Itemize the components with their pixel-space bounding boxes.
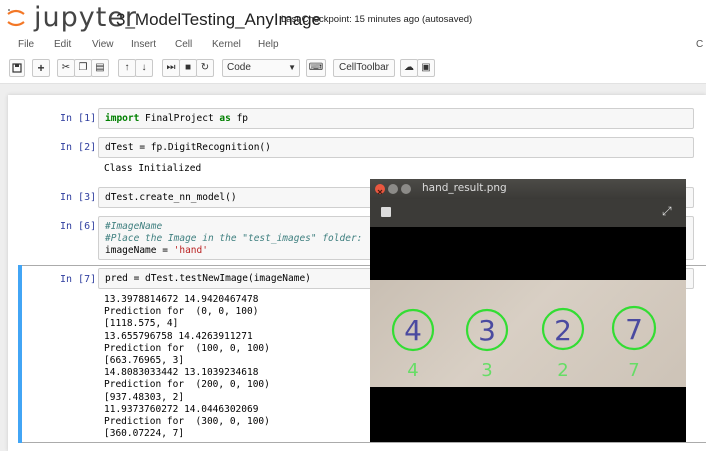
notebook-header: jupyter 3_ModelTesting_AnyImage Last Che… [0,0,706,36]
cell-type-select[interactable]: Code ▼ [222,59,300,77]
restart-button[interactable]: ↻ [196,59,214,77]
maximize-window-button[interactable] [401,184,411,194]
arrow-up-icon: ↑ [124,62,130,73]
minimize-window-button[interactable] [388,184,398,194]
paste-icon: ▤ [95,62,105,73]
output-line: 13.3978814672 14.9420467478 [104,294,259,305]
save-button[interactable] [9,59,25,77]
keyboard-icon: ⌨ [308,62,324,73]
cell-prompt: In [2]: [60,142,103,153]
handwritten-digit: 3 [478,314,496,347]
code-cell-input[interactable]: dTest = fp.DigitRecognition() [98,137,694,158]
output-line: [1118.575, 4] [104,318,179,330]
output-line: [360.07224, 7] [104,428,185,440]
output-line: 11.9373760272 14.0446302069 [104,403,259,415]
hand-digits-drawing: 4 3 2 7 4 3 2 7 [391,305,657,381]
present-button[interactable]: ▣ [417,59,435,77]
image-viewer-window[interactable]: hand_result.png ⤢ 4 3 2 7 4 3 2 7 [370,179,686,442]
output-line: Prediction for (200, 0, 100) [104,379,270,391]
output-line: [937.48303, 2] [104,391,185,403]
cloud-icon: ☁ [404,62,414,73]
menu-help[interactable]: Help [258,39,279,50]
stop-icon: ■ [184,62,192,73]
menu-cell[interactable]: Cell [175,39,192,50]
code-keyword: as [219,113,231,124]
code-text: pred = dTest.testNewImage(imageName) [105,273,311,284]
output-line: 13.655796758 14.4263911271 [104,330,253,342]
cell-output: 13.3978814672 14.9420467478 Prediction fo… [104,294,270,440]
menu-bar: File Edit View Insert Cell Kernel Help C [0,36,706,55]
code-text: FinalProject [139,113,220,124]
code-cell-input[interactable]: import FinalProject as fp [98,108,694,129]
window-toolbar: ⤢ [370,199,686,227]
close-window-button[interactable] [375,184,385,195]
code-string: 'hand' [173,245,208,256]
kernel-indicator: C [696,39,704,50]
move-down-button[interactable]: ↓ [135,59,153,77]
celltoolbar-label: CellToolbar [338,62,390,73]
toolbar: + ✂ ❐ ▤ ↑ ↓ ⏭ ■ ↻ Code ▼ ⌨ CellToolbar ☁… [0,55,706,84]
paste-button[interactable]: ▤ [91,59,109,77]
code-comment: #ImageName [105,221,163,232]
upload-button[interactable]: ☁ [400,59,418,77]
save-icon [12,63,22,73]
window-title: hand_result.png [422,182,507,194]
cell-type-value: Code [227,62,251,73]
code-text: dTest.create_nn_model() [105,192,237,203]
run-button[interactable]: ⏭ [162,59,180,77]
move-up-button[interactable]: ↑ [118,59,136,77]
predicted-digit-label: 7 [628,360,639,381]
fullscreen-icon[interactable]: ⤢ [662,204,672,219]
insert-cell-button[interactable]: + [32,59,50,77]
output-line: 14.8083033442 13.1039234618 [104,367,259,379]
menu-kernel[interactable]: Kernel [212,39,241,50]
code-text: dTest = fp.DigitRecognition() [105,142,271,153]
arrow-down-icon: ↓ [141,62,147,73]
copy-button[interactable]: ❐ [74,59,92,77]
scissors-icon: ✂ [61,62,71,73]
present-icon: ▣ [421,62,431,73]
output-line: Prediction for (100, 0, 100) [104,342,270,354]
predicted-digit-label: 4 [407,360,418,381]
image-menu-icon[interactable] [381,207,391,217]
plus-icon: + [37,61,45,75]
cell-prompt: In [6]: [60,221,103,232]
copy-icon: ❐ [78,62,88,73]
cell-prompt: In [3]: [60,192,103,203]
handwritten-digit: 2 [554,314,572,347]
code-comment: #Place the Image in the "test_images" fo… [105,233,363,244]
command-palette-button[interactable]: ⌨ [306,59,326,77]
cell-prompt: In [7]: [60,274,103,285]
code-keyword: import [105,113,140,124]
celltoolbar-button[interactable]: CellToolbar [333,59,395,77]
result-image: 4 3 2 7 4 3 2 7 [370,280,686,387]
window-titlebar[interactable]: hand_result.png [370,179,686,199]
checkpoint-status: Last Checkpoint: 15 minutes ago (autosav… [281,14,473,25]
restart-icon: ↻ [200,62,210,73]
run-icon: ⏭ [166,62,176,73]
menu-view[interactable]: View [92,39,114,50]
output-line: Prediction for (300, 0, 100) [104,416,270,428]
interrupt-button[interactable]: ■ [179,59,197,77]
handwritten-digit: 7 [625,313,643,346]
predicted-digit-label: 3 [481,360,492,381]
handwritten-digit: 4 [404,314,422,347]
chevron-down-icon: ▼ [288,63,296,72]
predicted-digit-label: 2 [557,360,568,381]
output-line: [663.76965, 3] [104,355,185,367]
code-text: imageName = [105,245,174,256]
menu-insert[interactable]: Insert [131,39,156,50]
cut-button[interactable]: ✂ [57,59,75,77]
cell-prompt: In [1]: [60,113,103,124]
cell-output: Class Initialized [104,163,202,174]
close-icon [377,189,383,195]
menu-edit[interactable]: Edit [54,39,71,50]
code-text: fp [230,113,249,124]
menu-file[interactable]: File [18,39,34,50]
selected-cell-indicator [18,265,22,443]
output-line: Prediction for (0, 0, 100) [104,306,259,318]
jupyter-logo-icon [7,9,25,27]
